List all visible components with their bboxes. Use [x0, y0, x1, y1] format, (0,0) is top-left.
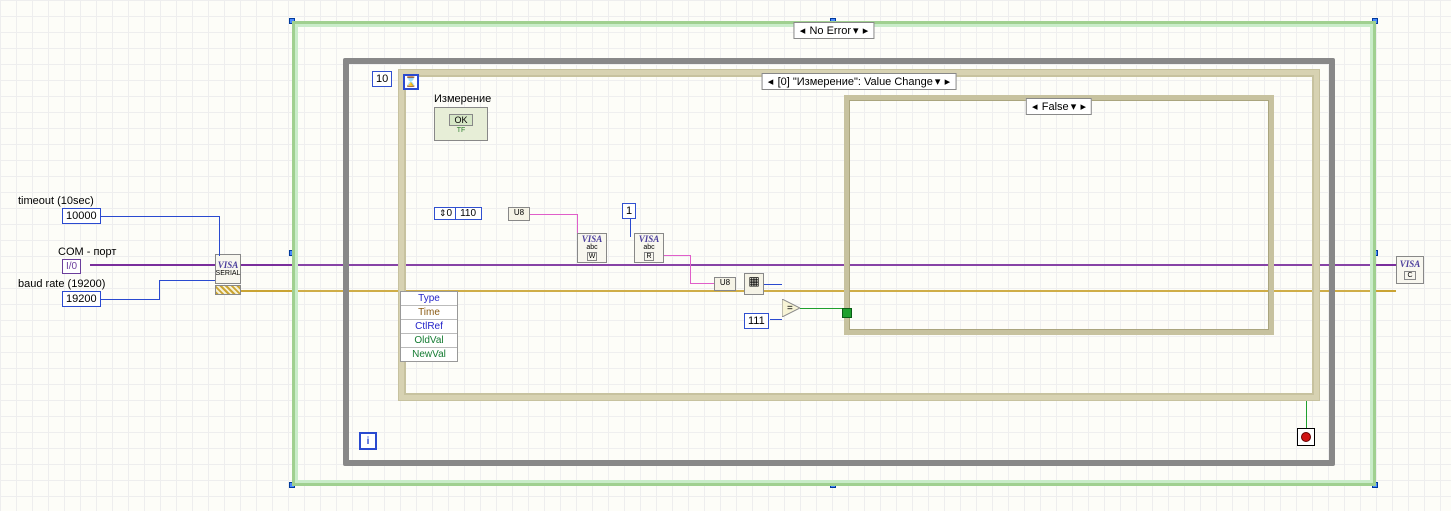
wire [630, 219, 631, 237]
event-term-time: Time [401, 306, 457, 320]
compare-constant[interactable]: 111 [744, 313, 769, 329]
wire [690, 255, 691, 283]
wire [159, 280, 215, 281]
wire [664, 255, 690, 256]
event-data-terminals: Type Time CtlRef OldVal NewVal [400, 291, 458, 362]
event-term-ctlref: CtlRef [401, 320, 457, 334]
case-next-icon[interactable]: ▸ [1078, 101, 1088, 113]
com-port-terminal[interactable]: I/0 [62, 259, 81, 274]
visa-serial-configure-node[interactable]: VISA SERIAL [215, 254, 241, 284]
timeout-constant[interactable]: 10000 [62, 208, 101, 224]
visa-subtext: abc [643, 244, 654, 251]
baud-label: baud rate (19200) [18, 278, 105, 290]
visa-text: VISA [639, 235, 660, 244]
wire [219, 216, 220, 256]
visa-text: VISA [582, 235, 603, 244]
event-selector[interactable]: ◂ [0] "Измерение": Value Change ▾ ▸ [762, 73, 957, 90]
case-prev-icon[interactable]: ◂ [1030, 101, 1040, 113]
dropdown-icon[interactable]: ▾ [853, 24, 859, 37]
u8-text: U8 [720, 278, 730, 287]
array-value[interactable]: 110 [460, 208, 476, 219]
iter-glyph: i [367, 436, 370, 447]
wire [159, 280, 160, 299]
case-structure-outer[interactable]: ◂ No Error ▾ ▸ i ◂ [0] "Измерение": Valu… [292, 21, 1376, 486]
event-term-type: Type [401, 292, 457, 306]
svg-text:=: = [787, 303, 793, 314]
event-structure[interactable]: ◂ [0] "Измерение": Value Change ▾ ▸ 1 0 ⌛… [399, 70, 1319, 400]
index-array-node[interactable]: ▦ [744, 273, 764, 295]
visa-text: VISA [218, 261, 239, 270]
visa-text: VISA [1400, 260, 1421, 269]
case-inner-label: False [1042, 101, 1069, 113]
case-next-icon[interactable]: ▸ [861, 25, 871, 37]
array-glyph: ▦ [748, 274, 759, 288]
u8-cast-node-2[interactable]: U8 [714, 277, 736, 291]
visa-w-glyph: W [587, 252, 598, 261]
event-prev-icon[interactable]: ◂ [766, 76, 776, 88]
timeout-label: timeout (10sec) [18, 195, 94, 207]
case-inner-selector[interactable]: ◂ False ▾ ▸ [1026, 98, 1092, 115]
bytes-to-read-constant[interactable]: 1 [622, 203, 636, 219]
event-next-icon[interactable]: ▸ [942, 76, 952, 88]
wire [530, 214, 578, 215]
event-term-oldval: OldVal [401, 334, 457, 348]
wire [764, 284, 782, 285]
equal-node[interactable]: = [782, 299, 800, 317]
button-caption: Измерение [434, 93, 491, 105]
visa-r-glyph: R [644, 252, 653, 261]
visa-subtext: abc [586, 244, 597, 251]
block-diagram-canvas: timeout (10sec) 10000 COM - порт I/0 bau… [0, 0, 1451, 511]
u8-cast-node[interactable]: U8 [508, 207, 530, 221]
array-index[interactable]: 0 [447, 208, 453, 219]
error-cluster-terminal [215, 285, 241, 295]
case-prev-icon[interactable]: ◂ [797, 25, 807, 37]
visa-subtext: SERIAL [216, 270, 241, 277]
wire [800, 308, 844, 309]
tf-glyph: TF [457, 127, 466, 134]
com-port-label: COM - порт [58, 246, 116, 258]
event-timeout-constant[interactable]: 10 [372, 71, 392, 87]
baud-constant[interactable]: 19200 [62, 291, 101, 307]
wire [770, 319, 782, 320]
event-case-label: [0] "Измерение": Value Change [778, 76, 933, 88]
iteration-terminal: i [359, 432, 377, 450]
wire [100, 216, 220, 217]
wire [1306, 398, 1307, 428]
boolean-ok-button-terminal[interactable]: OK TF [434, 107, 488, 141]
case-outer-label: No Error [809, 25, 851, 37]
event-timeout-terminal: ⌛ [403, 74, 419, 90]
u8-text: U8 [514, 208, 524, 217]
command-array-constant[interactable]: ⇕0 110 [434, 207, 482, 220]
dropdown-icon[interactable]: ▾ [1071, 100, 1077, 113]
visa-c-glyph: C [1404, 271, 1415, 280]
stop-icon [1301, 432, 1311, 442]
visa-read-node[interactable]: VISA abc R [634, 233, 664, 263]
dropdown-icon[interactable]: ▾ [935, 75, 941, 88]
wire [100, 299, 160, 300]
visa-write-node[interactable]: VISA abc W [577, 233, 607, 263]
while-loop[interactable]: i ◂ [0] "Измерение": Value Change ▾ ▸ 10… [343, 58, 1335, 466]
array-index-spinner[interactable]: ⇕ [439, 208, 447, 219]
event-term-newval: NewVal [401, 348, 457, 361]
case-selector-tunnel [842, 308, 852, 318]
loop-condition-terminal[interactable] [1297, 428, 1315, 446]
visa-close-node[interactable]: VISA C [1396, 256, 1424, 284]
ok-text: OK [449, 114, 472, 126]
wire [690, 283, 714, 284]
visa-resource-wire [90, 264, 215, 266]
case-structure-inner[interactable]: ◂ False ▾ ▸ [844, 95, 1274, 335]
case-outer-selector[interactable]: ◂ No Error ▾ ▸ [793, 22, 874, 39]
